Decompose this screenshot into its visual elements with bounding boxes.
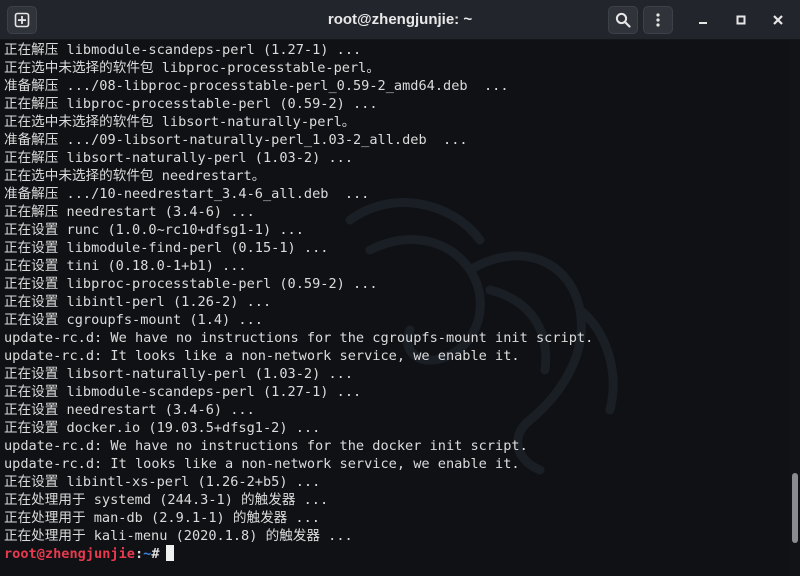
new-tab-button[interactable]	[7, 6, 37, 34]
search-button[interactable]	[608, 6, 638, 34]
terminal-line: 正在解压 libmodule-scandeps-perl (1.27-1) ..…	[4, 42, 362, 58]
terminal-line: 正在处理用于 systemd (244.3-1) 的触发器 ...	[4, 492, 329, 508]
terminal-line: 正在设置 libmodule-scandeps-perl (1.27-1) ..…	[4, 384, 362, 400]
title-bar: root@zhengjunjie: ~	[0, 0, 800, 40]
kebab-menu-icon	[656, 13, 660, 27]
terminal-line: 正在设置 libintl-perl (1.26-2) ...	[4, 294, 272, 310]
terminal-line: 正在设置 libmodule-find-perl (0.15-1) ...	[4, 240, 329, 256]
search-icon	[615, 12, 631, 28]
prompt-colon: :	[134, 546, 144, 562]
prompt-user-host: root@zhengjunjie	[4, 546, 135, 562]
terminal-line: 正在处理用于 man-db (2.9.1-1) 的触发器 ...	[4, 510, 320, 526]
terminal-line: 正在设置 needrestart (3.4-6) ...	[4, 402, 255, 418]
terminal-window: root@zhengjunjie: ~ 正在解压 libmodule-scand…	[0, 0, 800, 576]
prompt-symbol: #	[151, 546, 160, 562]
text-cursor	[165, 545, 174, 561]
terminal-line: 正在设置 libsort-naturally-perl (1.03-2) ...	[4, 366, 354, 382]
terminal-line: update-rc.d: It looks like a non-network…	[4, 348, 520, 364]
terminal-line: 正在解压 libsort-naturally-perl (1.03-2) ...	[4, 150, 354, 166]
new-tab-icon	[14, 12, 30, 28]
terminal-line: update-rc.d: We have no instructions for…	[4, 330, 594, 346]
terminal-line: 正在设置 libintl-xs-perl (1.26-2+b5) ...	[4, 474, 321, 490]
terminal-line: update-rc.d: We have no instructions for…	[4, 438, 528, 454]
close-icon	[773, 15, 783, 25]
minimize-button[interactable]	[688, 6, 718, 34]
terminal-line: 正在选中未选择的软件包 libsort-naturally-perl。	[4, 114, 356, 130]
terminal-line: 正在处理用于 kali-menu (2020.1.8) 的触发器 ...	[4, 528, 353, 544]
terminal-line: 正在设置 tini (0.18.0-1+b1) ...	[4, 258, 247, 274]
terminal-line: 正在设置 runc (1.0.0~rc10+dfsg1-1) ...	[4, 222, 304, 238]
window-title: root@zhengjunjie: ~	[327, 11, 473, 28]
maximize-button[interactable]	[726, 6, 756, 34]
terminal-line: 正在解压 needrestart (3.4-6) ...	[4, 204, 255, 220]
close-button[interactable]	[763, 6, 793, 34]
terminal-output[interactable]: 正在解压 libmodule-scandeps-perl (1.27-1) ..…	[0, 40, 790, 576]
menu-button[interactable]	[643, 6, 673, 34]
terminal-line: 正在设置 cgroupfs-mount (1.4) ...	[4, 312, 263, 328]
terminal-line: update-rc.d: It looks like a non-network…	[4, 456, 520, 472]
scrollbar[interactable]	[790, 40, 800, 576]
prompt-line[interactable]: root@zhengjunjie:~#	[4, 545, 593, 563]
terminal-line: 准备解压 .../08-libproc-processtable-perl_0.…	[4, 78, 509, 94]
scrollbar-thumb[interactable]	[792, 473, 798, 543]
terminal-line: 准备解压 .../09-libsort-naturally-perl_1.03-…	[4, 132, 468, 148]
terminal-lines: 正在解压 libmodule-scandeps-perl (1.27-1) ..…	[4, 41, 593, 563]
terminal-line: 准备解压 .../10-needrestart_3.4-6_all.deb ..…	[4, 186, 370, 202]
terminal-line: 正在选中未选择的软件包 needrestart。	[4, 168, 266, 184]
minimize-icon	[699, 22, 707, 24]
terminal-line: 正在选中未选择的软件包 libproc-processtable-perl。	[4, 60, 380, 76]
maximize-icon	[736, 15, 746, 25]
terminal-line: 正在解压 libproc-processtable-perl (0.59-2) …	[4, 96, 378, 112]
terminal-line: 正在设置 docker.io (19.03.5+dfsg1-2) ...	[4, 420, 321, 436]
terminal-line: 正在设置 libproc-processtable-perl (0.59-2) …	[4, 276, 378, 292]
